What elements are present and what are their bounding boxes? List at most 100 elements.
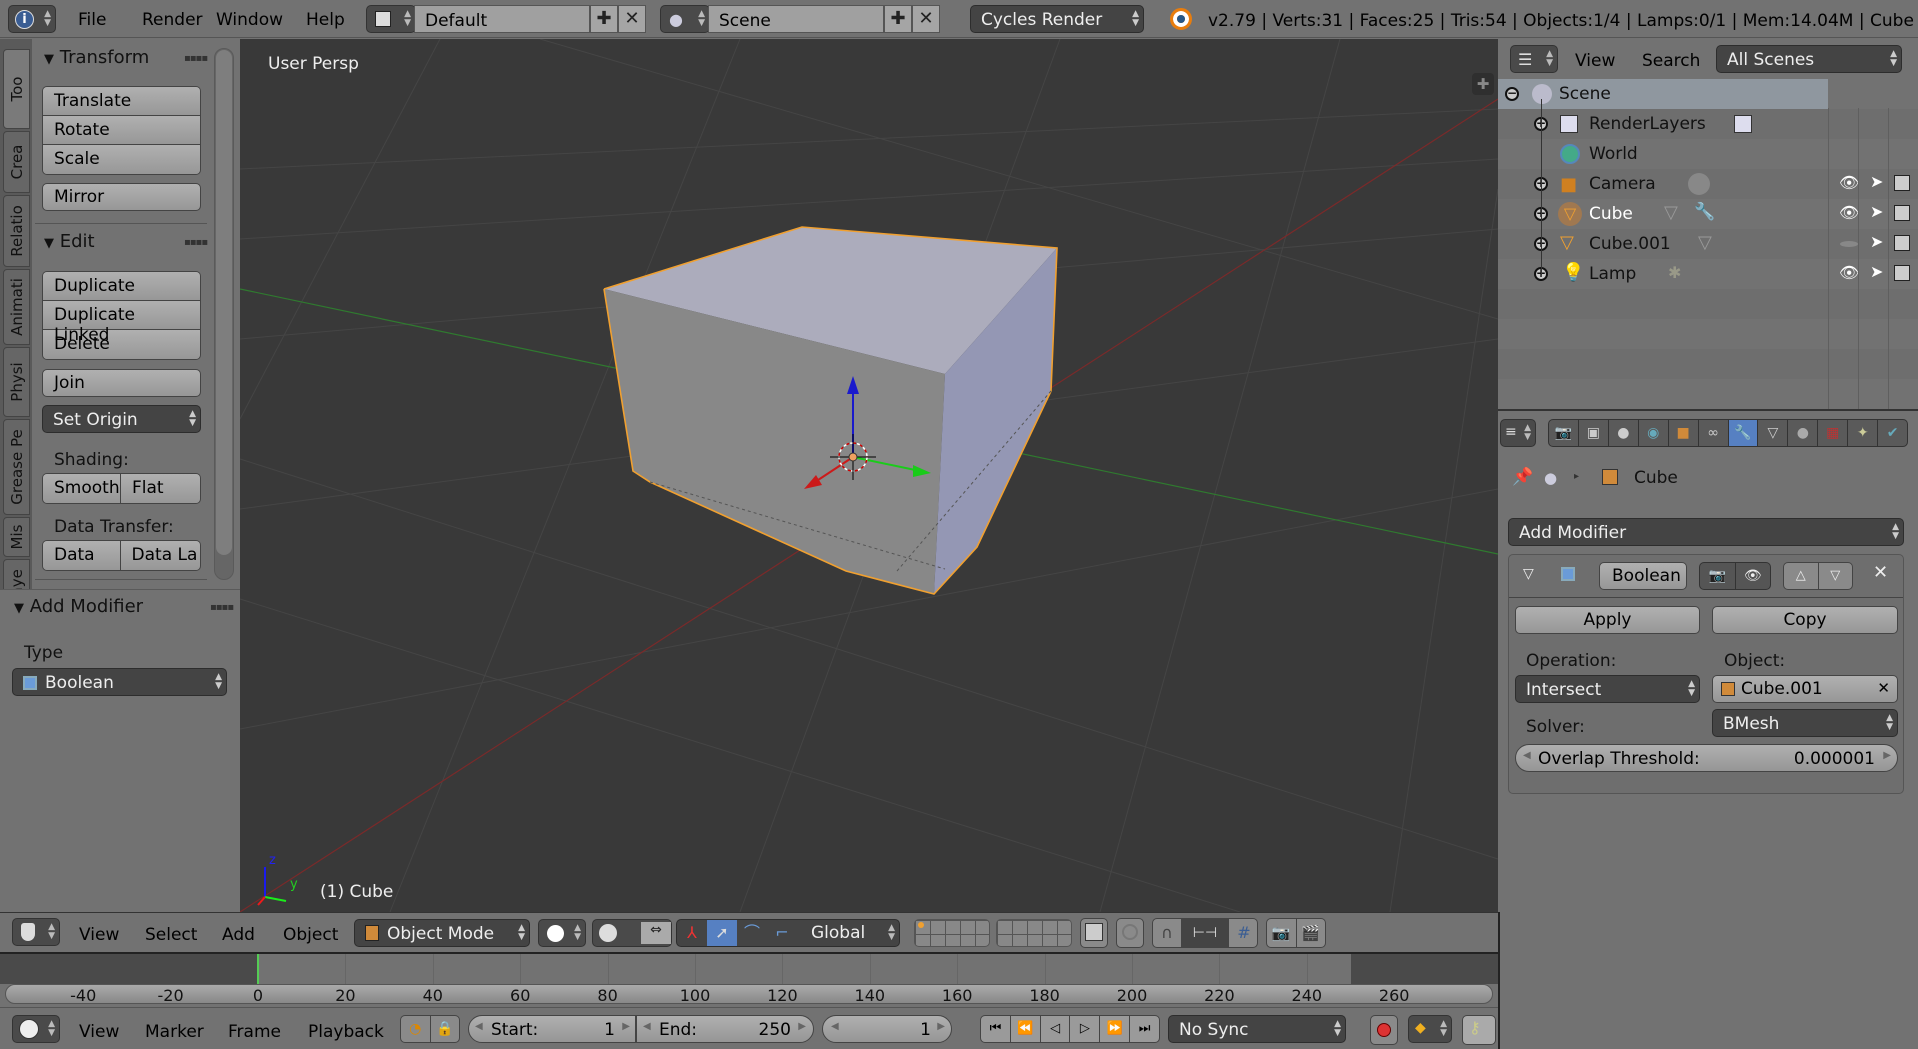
3d-menu-select[interactable]: Select bbox=[145, 925, 197, 945]
start-frame-field[interactable]: ◀ Start: 1 ▶ bbox=[468, 1015, 636, 1043]
layer-buttons-group-2[interactable] bbox=[996, 919, 1072, 947]
increment-arrow-icon[interactable]: ▶ bbox=[622, 1021, 630, 1032]
keying-mode-button[interactable]: ◆ ▲ ▼ bbox=[1408, 1015, 1452, 1043]
3d-viewport[interactable]: z y User Persp (1) Cube ✚ bbox=[240, 39, 1498, 912]
viewport-shading-button[interactable]: ▲ ▼ bbox=[538, 919, 586, 947]
tab-create[interactable]: Crea bbox=[3, 131, 30, 193]
join-button[interactable]: Join bbox=[42, 369, 201, 397]
scale-button[interactable]: Scale bbox=[43, 145, 200, 174]
outliner-row-camera[interactable]: + ■ Camera 👁 ➤ bbox=[1498, 169, 1918, 199]
overlap-threshold-field[interactable]: ◀ Overlap Threshold: 0.000001 ▶ bbox=[1515, 744, 1898, 772]
duplicate-button[interactable]: Duplicate bbox=[43, 272, 200, 301]
tab-grease-pencil[interactable]: Grease Pe bbox=[3, 419, 30, 515]
render-toggle-camera-icon[interactable]: 📷 bbox=[1700, 563, 1736, 589]
operation-dropdown[interactable]: Intersect ▲ ▼ bbox=[1515, 675, 1700, 703]
render-camera-icon[interactable] bbox=[1894, 235, 1910, 251]
translate-button[interactable]: Translate bbox=[43, 87, 200, 116]
outliner-row-cube-001[interactable]: + ▽ Cube.001 ▽ ➤ bbox=[1498, 229, 1918, 259]
current-frame-field[interactable]: ◀ 1 ▶ bbox=[822, 1015, 952, 1043]
render-tab-camera-icon[interactable]: 📷 bbox=[1549, 420, 1579, 446]
outliner-menu-view[interactable]: View bbox=[1575, 51, 1615, 71]
outliner-row-cube[interactable]: + ▽ Cube ▽ 🔧 👁 ➤ bbox=[1498, 199, 1918, 229]
mirror-button[interactable]: Mirror bbox=[42, 183, 201, 211]
lock-icon[interactable]: 🔒 bbox=[431, 1016, 460, 1042]
pin-icon[interactable]: 📌 bbox=[1512, 467, 1533, 487]
move-up-icon[interactable]: △ bbox=[1784, 563, 1819, 589]
outliner-row-lamp[interactable]: + 💡 Lamp ✱ 👁 ➤ bbox=[1498, 259, 1918, 289]
play-reverse-icon[interactable]: ◁ bbox=[1041, 1016, 1071, 1042]
3d-menu-object[interactable]: Object bbox=[283, 925, 338, 945]
add-scene-button[interactable]: ✚ bbox=[884, 5, 912, 33]
keying-set-button[interactable]: ⚷ bbox=[1462, 1015, 1496, 1045]
sync-mode-dropdown[interactable]: No Sync ▲ ▼ bbox=[1168, 1015, 1346, 1043]
properties-editor-type-button[interactable]: ≡ ▲ ▼ bbox=[1500, 419, 1536, 447]
3d-menu-add[interactable]: Add bbox=[222, 925, 255, 945]
tab-tools[interactable]: Too bbox=[3, 49, 30, 129]
jump-to-start-icon[interactable]: ⏮ bbox=[981, 1016, 1011, 1042]
tab-misc[interactable]: Mis bbox=[3, 517, 30, 557]
modifier-type-dropdown[interactable]: Boolean ▲ ▼ bbox=[12, 668, 227, 696]
increment-arrow-icon[interactable]: ▶ bbox=[937, 1021, 945, 1032]
timeline-scrollbar[interactable] bbox=[5, 984, 1493, 1004]
jump-to-previous-keyframe-icon[interactable]: ⏪ bbox=[1011, 1016, 1041, 1042]
particles-tab-icon[interactable]: ✦ bbox=[1848, 420, 1879, 446]
delete-button[interactable]: Delete bbox=[43, 330, 200, 359]
translate-manipulator-arrow-icon[interactable]: ➚ bbox=[707, 920, 737, 946]
transform-orientation-value[interactable]: Global bbox=[811, 923, 865, 943]
remove-modifier-close-icon[interactable]: ✕ bbox=[1873, 562, 1888, 583]
outliner-row-renderlayers[interactable]: + RenderLayers bbox=[1498, 109, 1918, 139]
tab-relations[interactable]: Relatio bbox=[3, 195, 30, 267]
select-cursor-icon[interactable]: ➤ bbox=[1870, 232, 1883, 251]
flat-button[interactable]: Flat bbox=[121, 474, 200, 503]
increment-arrow-icon[interactable]: ▶ bbox=[798, 1021, 806, 1032]
eye-icon[interactable]: 👁 bbox=[1839, 203, 1859, 222]
end-frame-field[interactable]: ◀ End: 250 ▶ bbox=[636, 1015, 814, 1043]
duplicate-linked-button[interactable]: Duplicate Linked bbox=[43, 301, 200, 345]
object-tab-icon[interactable]: ■ bbox=[1669, 420, 1699, 446]
opengl-render-camera-icon[interactable]: 📷 bbox=[1267, 919, 1297, 947]
modifiers-tab-wrench-icon[interactable]: 🔧 bbox=[1728, 420, 1759, 446]
screen-layout-field[interactable]: Default bbox=[414, 5, 590, 33]
menu-help[interactable]: Help bbox=[306, 10, 345, 30]
scale-manipulator-icon[interactable]: ⌐ bbox=[767, 920, 797, 946]
timeline-menu-marker[interactable]: Marker bbox=[145, 1022, 204, 1042]
render-layers-tab-icon[interactable]: ▣ bbox=[1579, 420, 1609, 446]
decrement-arrow-icon[interactable]: ◀ bbox=[643, 1021, 651, 1032]
3d-menu-view[interactable]: View bbox=[79, 925, 119, 945]
physics-tab-icon[interactable]: ✔ bbox=[1878, 420, 1907, 446]
mesh-data-tab-icon[interactable]: ▽ bbox=[1758, 420, 1789, 446]
outliner-menu-search[interactable]: Search bbox=[1642, 51, 1700, 71]
current-frame-marker[interactable] bbox=[257, 954, 259, 984]
constraints-tab-icon[interactable]: ∞ bbox=[1699, 420, 1729, 446]
render-camera-icon[interactable] bbox=[1894, 265, 1910, 281]
increment-arrow-icon[interactable]: ▶ bbox=[1883, 750, 1891, 761]
drag-grip-icon[interactable]: ▪▪▪▪ bbox=[210, 602, 234, 613]
decrement-arrow-icon[interactable]: ◀ bbox=[831, 1021, 839, 1032]
smooth-button[interactable]: Smooth bbox=[43, 474, 121, 503]
texture-tab-icon[interactable]: ▦ bbox=[1818, 420, 1849, 446]
preview-range-clock-icon[interactable]: ◔ bbox=[401, 1016, 431, 1042]
snap-target-icon[interactable]: # bbox=[1229, 919, 1257, 947]
add-screen-button[interactable]: ✚ bbox=[590, 5, 618, 33]
rotate-button[interactable]: Rotate bbox=[43, 116, 200, 145]
menu-window[interactable]: Window bbox=[216, 10, 283, 30]
rotate-manipulator-icon[interactable]: ⌒ bbox=[737, 920, 767, 946]
copy-button[interactable]: Copy bbox=[1712, 606, 1898, 634]
data-button[interactable]: Data bbox=[43, 541, 121, 570]
select-cursor-icon[interactable]: ➤ bbox=[1870, 262, 1883, 281]
outliner-editor-type-button[interactable]: ☰ ▲ ▼ bbox=[1510, 45, 1558, 73]
tab-physics[interactable]: Physi bbox=[3, 347, 30, 417]
delete-scene-button[interactable]: ✕ bbox=[912, 5, 940, 33]
eye-closed-icon[interactable] bbox=[1840, 241, 1858, 247]
outliner-row-world[interactable]: World bbox=[1498, 139, 1918, 169]
lock-camera-layers-button[interactable] bbox=[1080, 918, 1108, 948]
drag-grip-icon[interactable]: ▪▪▪▪ bbox=[184, 53, 208, 64]
cube-mesh[interactable] bbox=[603, 226, 1058, 595]
editor-type-info-button[interactable]: i ▲ ▼ bbox=[8, 5, 56, 33]
play-icon[interactable]: ▷ bbox=[1070, 1016, 1101, 1042]
world-tab-icon[interactable]: ◉ bbox=[1639, 420, 1669, 446]
menu-file[interactable]: File bbox=[78, 10, 106, 30]
scene-tab-icon[interactable]: ● bbox=[1609, 420, 1639, 446]
jump-to-next-keyframe-icon[interactable]: ⏩ bbox=[1100, 1016, 1131, 1042]
scene-field[interactable]: Scene bbox=[708, 5, 884, 33]
